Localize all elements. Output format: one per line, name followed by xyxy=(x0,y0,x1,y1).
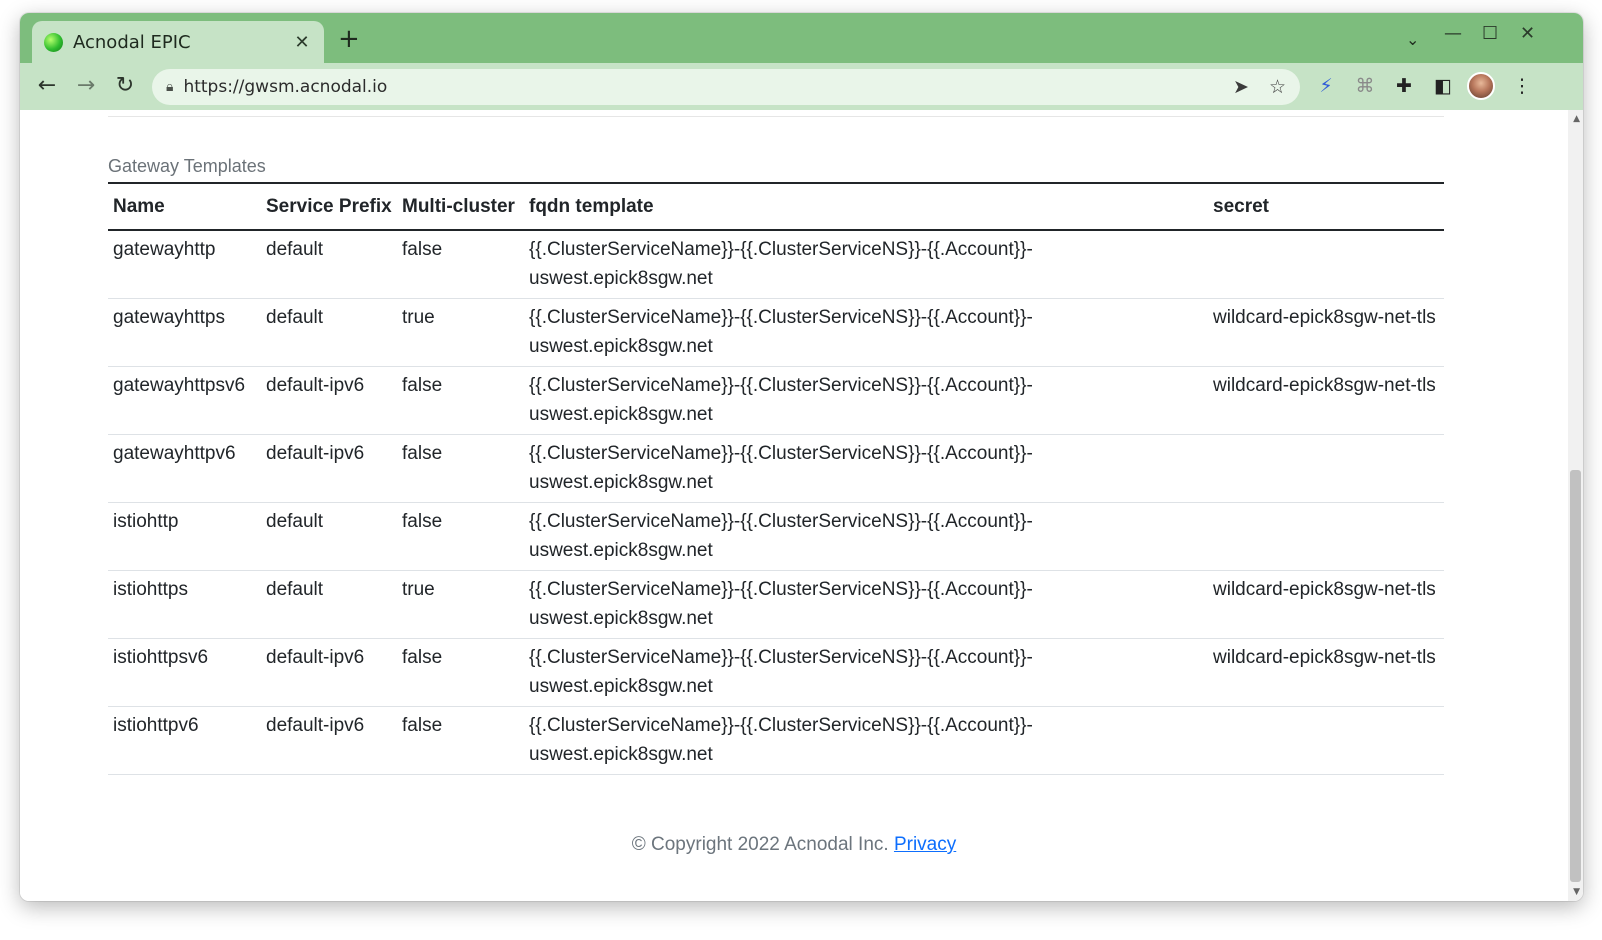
cell-fqdn-template: {{.ClusterServiceName}}-{{.ClusterServic… xyxy=(524,434,1208,503)
cell-fqdn-template: {{.ClusterServiceName}}-{{.ClusterServic… xyxy=(524,230,1208,299)
cell-fqdn-template: {{.ClusterServiceName}}-{{.ClusterServic… xyxy=(524,298,1208,367)
table-row: istiohttpv6 default-ipv6 false {{.Cluste… xyxy=(108,706,1444,775)
table-row: istiohttp default false {{.ClusterServic… xyxy=(108,502,1444,571)
column-header-fqdn-template: fqdn template xyxy=(524,183,1208,231)
minimize-icon[interactable]: — xyxy=(1444,23,1462,44)
cell-name: istiohttpv6 xyxy=(108,706,261,775)
cell-secret xyxy=(1208,706,1444,775)
lock-icon: 🔒︎ xyxy=(166,79,174,95)
page-footer: © Copyright 2022 Acnodal Inc. Privacy xyxy=(20,834,1568,856)
cell-name: gatewayhttp xyxy=(108,230,261,299)
cell-secret: wildcard-epick8sgw-net-tls xyxy=(1208,298,1444,367)
cell-name: istiohttps xyxy=(108,570,261,639)
privacy-link[interactable]: Privacy xyxy=(894,834,956,855)
cell-secret: wildcard-epick8sgw-net-tls xyxy=(1208,570,1444,639)
cell-fqdn-template: {{.ClusterServiceName}}-{{.ClusterServic… xyxy=(524,366,1208,435)
reload-icon[interactable]: ↻ xyxy=(112,73,138,99)
plus-icon[interactable]: + xyxy=(338,25,360,53)
cell-service-prefix: default-ipv6 xyxy=(261,366,397,435)
cell-multi-cluster: false xyxy=(397,706,524,775)
column-header-service-prefix: Service Prefix xyxy=(261,183,397,231)
cell-fqdn-template: {{.ClusterServiceName}}-{{.ClusterServic… xyxy=(524,502,1208,571)
table-header-row: Name Service Prefix Multi-cluster fqdn t… xyxy=(108,183,1444,231)
cell-fqdn-template: {{.ClusterServiceName}}-{{.ClusterServic… xyxy=(524,638,1208,707)
cell-name: istiohttpsv6 xyxy=(108,638,261,707)
cell-name: gatewayhttpv6 xyxy=(108,434,261,503)
cell-multi-cluster: false xyxy=(397,638,524,707)
kebab-menu-icon[interactable]: ⋮ xyxy=(1510,75,1534,97)
scroll-up-icon[interactable]: ▲ xyxy=(1573,114,1580,124)
scroll-down-icon[interactable]: ▼ xyxy=(1573,887,1580,897)
cell-multi-cluster: false xyxy=(397,366,524,435)
browser-window: Acnodal EPIC ✕ + ⌄ — ☐ ✕ ← → ↻ 🔒︎ https:… xyxy=(20,13,1583,901)
vertical-scrollbar[interactable]: ▲ ▼ xyxy=(1568,110,1583,901)
cell-fqdn-template: {{.ClusterServiceName}}-{{.ClusterServic… xyxy=(524,706,1208,775)
star-icon[interactable]: ☆ xyxy=(1269,76,1286,98)
browser-toolbar: ← → ↻ 🔒︎ https://gwsm.acnodal.io ➤ ☆ ⚡︎ … xyxy=(20,63,1583,110)
cell-multi-cluster: false xyxy=(397,230,524,299)
cell-service-prefix: default xyxy=(261,298,397,367)
chevron-down-icon[interactable]: ⌄ xyxy=(1406,30,1419,49)
puzzle-icon[interactable]: ✚ xyxy=(1392,75,1416,97)
cell-service-prefix: default-ipv6 xyxy=(261,706,397,775)
tab-strip: Acnodal EPIC ✕ + ⌄ — ☐ ✕ xyxy=(20,13,1583,63)
cell-multi-cluster: true xyxy=(397,570,524,639)
column-header-secret: secret xyxy=(1208,183,1444,231)
tab-title: Acnodal EPIC xyxy=(73,31,191,53)
copyright-text: © Copyright 2022 Acnodal Inc. xyxy=(631,834,889,855)
column-header-name: Name xyxy=(108,183,261,231)
address-bar[interactable]: 🔒︎ https://gwsm.acnodal.io ➤ ☆ xyxy=(152,69,1300,105)
cell-multi-cluster: false xyxy=(397,502,524,571)
cell-service-prefix: default xyxy=(261,502,397,571)
cell-multi-cluster: false xyxy=(397,434,524,503)
cell-fqdn-template: {{.ClusterServiceName}}-{{.ClusterServic… xyxy=(524,570,1208,639)
page-viewport: Gateway Templates Name Service Prefix Mu… xyxy=(20,110,1583,901)
bolt-icon[interactable]: ⚡︎ xyxy=(1314,75,1338,97)
cell-name: istiohttp xyxy=(108,502,261,571)
table-row: istiohttps default true {{.ClusterServic… xyxy=(108,570,1444,639)
table-row: gatewayhttp default false {{.ClusterServ… xyxy=(108,230,1444,299)
extension-icon[interactable]: ⌘ xyxy=(1353,75,1377,97)
maximize-icon[interactable]: ☐ xyxy=(1482,23,1498,44)
cell-secret: wildcard-epick8sgw-net-tls xyxy=(1208,366,1444,435)
forward-arrow-icon[interactable]: → xyxy=(73,73,99,99)
table-row: istiohttpsv6 default-ipv6 false {{.Clust… xyxy=(108,638,1444,707)
cell-multi-cluster: true xyxy=(397,298,524,367)
close-window-icon[interactable]: ✕ xyxy=(1520,23,1535,44)
divider xyxy=(108,116,1444,117)
cell-service-prefix: default-ipv6 xyxy=(261,434,397,503)
scrollbar-thumb[interactable] xyxy=(1570,470,1581,882)
cell-service-prefix: default xyxy=(261,570,397,639)
cell-secret xyxy=(1208,230,1444,299)
cell-secret xyxy=(1208,434,1444,503)
table-row: gatewayhttpsv6 default-ipv6 false {{.Clu… xyxy=(108,366,1444,435)
table-row: gatewayhttps default true {{.ClusterServ… xyxy=(108,298,1444,367)
profile-avatar[interactable] xyxy=(1467,72,1495,100)
back-arrow-icon[interactable]: ← xyxy=(34,73,60,99)
cell-service-prefix: default xyxy=(261,230,397,299)
cell-name: gatewayhttpsv6 xyxy=(108,366,261,435)
cell-secret xyxy=(1208,502,1444,571)
table-row: gatewayhttpv6 default-ipv6 false {{.Clus… xyxy=(108,434,1444,503)
tab-acnodal-epic[interactable]: Acnodal EPIC ✕ xyxy=(32,21,324,63)
section-title: Gateway Templates xyxy=(108,156,266,176)
cell-service-prefix: default-ipv6 xyxy=(261,638,397,707)
gateway-templates-table: Name Service Prefix Multi-cluster fqdn t… xyxy=(108,182,1444,775)
close-icon[interactable]: ✕ xyxy=(292,32,312,53)
column-header-multi-cluster: Multi-cluster xyxy=(397,183,524,231)
send-icon[interactable]: ➤ xyxy=(1233,76,1249,98)
side-panel-icon[interactable]: ◧ xyxy=(1431,75,1455,97)
cell-secret: wildcard-epick8sgw-net-tls xyxy=(1208,638,1444,707)
url-text[interactable]: https://gwsm.acnodal.io xyxy=(183,77,1213,97)
favicon-globe-icon xyxy=(44,32,63,52)
cell-name: gatewayhttps xyxy=(108,298,261,367)
